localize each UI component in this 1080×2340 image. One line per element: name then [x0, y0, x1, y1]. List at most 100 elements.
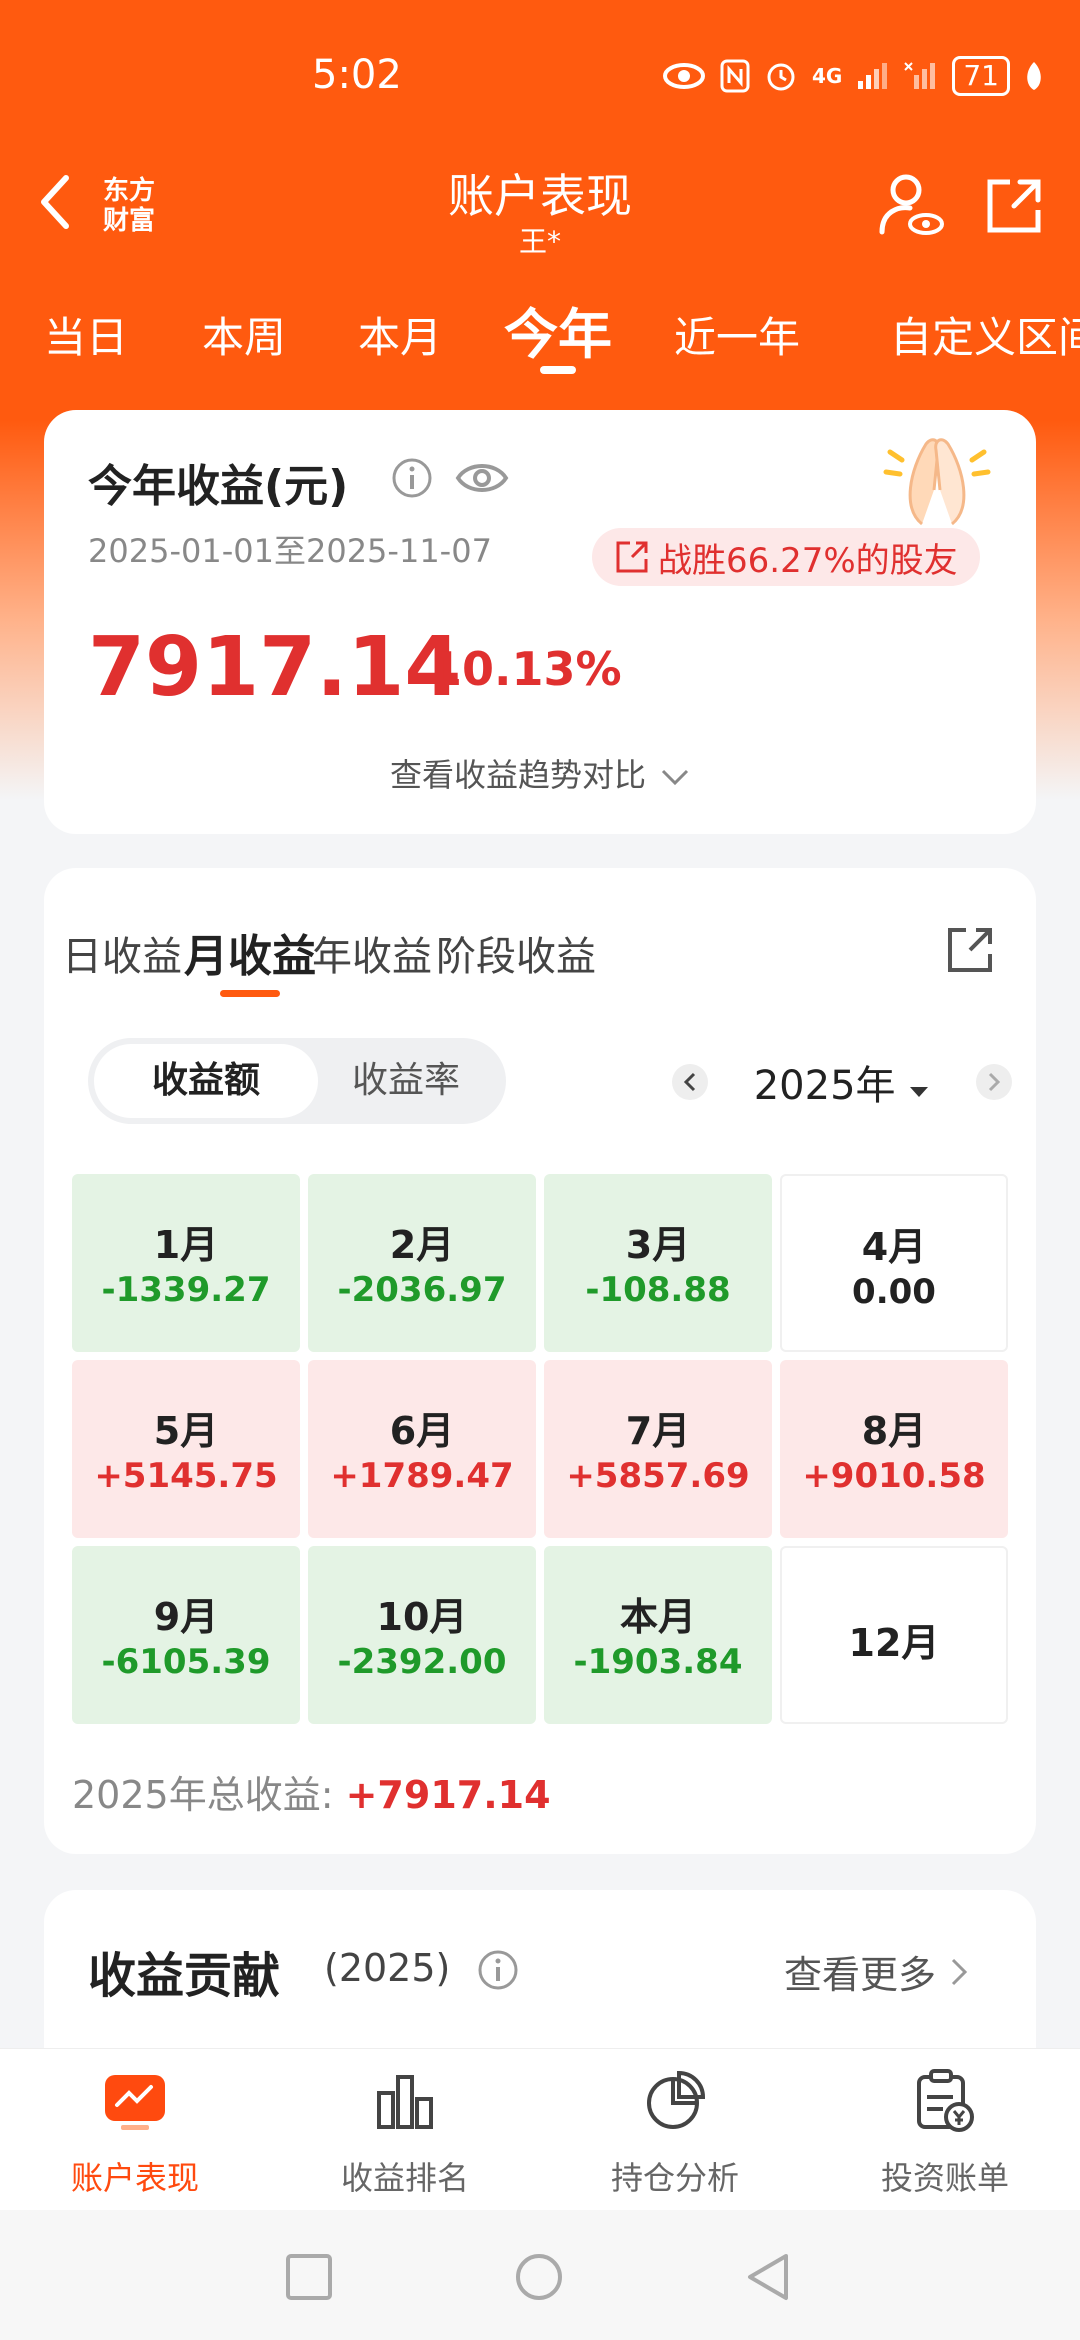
contribution-title: 收益贡献	[88, 1948, 281, 2004]
tab-daily-profit[interactable]: 日收益	[62, 924, 182, 982]
tab-today[interactable]: 当日	[44, 304, 128, 365]
month-cell[interactable]: 12月	[780, 1546, 1008, 1724]
status-icons: 4G 71	[662, 56, 1044, 96]
month-value: -108.88	[585, 1270, 731, 1310]
tab-monthly-profit[interactable]: 月收益	[184, 920, 316, 997]
system-nav-bar	[0, 2210, 1080, 2340]
month-label: 本月	[619, 1595, 696, 1639]
month-cell[interactable]: 5月 +5145.75	[72, 1360, 300, 1538]
caret-down-icon	[910, 1087, 929, 1097]
month-label: 8月	[861, 1409, 927, 1453]
user-view-icon[interactable]	[876, 170, 946, 240]
profit-calendar-card: 日收益 月收益 年收益 阶段收益 收益额 收益率 2025年 1月 -1339.2…	[44, 868, 1036, 1854]
amount-rate-toggle: 收益额 收益率	[88, 1038, 506, 1124]
month-cell[interactable]: 3月 -108.88	[544, 1174, 772, 1352]
month-label: 10月	[376, 1595, 468, 1639]
year-total-value: +7917.14	[345, 1773, 551, 1817]
month-cell[interactable]: 6月 +1789.47	[308, 1360, 536, 1538]
signal-no-service-icon	[904, 62, 936, 89]
month-cell[interactable]: 1月 -1339.27	[72, 1174, 300, 1352]
network-label: 4G	[812, 64, 843, 88]
period-tabs: 当日 本周 本月 今年 近一年 自定义区间	[0, 290, 1080, 380]
share-small-icon	[616, 541, 648, 573]
alarm-icon	[767, 63, 795, 91]
chart-screen-icon	[105, 2075, 165, 2130]
chevron-left-icon	[683, 1072, 696, 1092]
month-label: 12月	[848, 1621, 940, 1665]
clapping-hands-icon	[883, 438, 991, 526]
month-value: -2392.00	[337, 1642, 507, 1682]
month-label: 2月	[389, 1223, 455, 1267]
month-label: 7月	[625, 1409, 691, 1453]
nav-profit-ranking[interactable]: 收益排名	[270, 2049, 540, 2211]
back-icon[interactable]	[744, 2252, 794, 2302]
year-selector: 2025年	[672, 1042, 1012, 1122]
chevron-down-icon	[661, 769, 689, 786]
share-icon[interactable]	[984, 176, 1044, 236]
date-range: 2025-01-01至2025-11-07	[88, 532, 492, 570]
tab-this-month[interactable]: 本月	[358, 304, 442, 365]
bottom-nav: 账户表现 收益排名 持仓分析 投资账单	[0, 2048, 1080, 2210]
bar-chart-icon	[377, 2075, 433, 2129]
year-profit-rate: 10.13%	[430, 642, 622, 696]
tab-this-year[interactable]: 今年	[504, 290, 612, 374]
status-bar: 5:02 4G 71	[0, 40, 1080, 120]
year-total-label: 2025年总收益:	[72, 1773, 346, 1817]
month-label: 9月	[153, 1595, 219, 1639]
nav-account-performance[interactable]: 账户表现	[0, 2049, 270, 2211]
view-more-link[interactable]: 查看更多	[784, 1944, 968, 1999]
next-year-button[interactable]	[975, 1064, 1012, 1100]
eye-icon[interactable]	[454, 458, 510, 498]
month-value: +9010.58	[802, 1456, 986, 1496]
month-label: 3月	[625, 1223, 691, 1267]
nav-holdings-analysis[interactable]: 持仓分析	[540, 2049, 810, 2211]
pie-chart-icon	[647, 2070, 705, 2129]
tab-last-year[interactable]: 近一年	[674, 304, 800, 365]
month-value: -6105.39	[101, 1642, 271, 1682]
month-label: 1月	[153, 1223, 219, 1267]
month-label: 6月	[389, 1409, 455, 1453]
month-cell[interactable]: 本月 -1903.84	[544, 1546, 772, 1724]
eye-comfort-icon	[663, 63, 706, 89]
battery-indicator: 71	[952, 56, 1010, 96]
month-cell[interactable]: 9月 -6105.39	[72, 1546, 300, 1724]
tab-custom-range[interactable]: 自定义区间	[890, 304, 1080, 365]
month-value: +1789.47	[330, 1456, 514, 1496]
month-value: 0.00	[852, 1272, 936, 1312]
month-value: -1339.27	[101, 1270, 271, 1310]
signal-icon	[858, 63, 888, 89]
nav-label: 投资账单	[880, 2159, 1009, 2197]
info-icon[interactable]	[390, 456, 434, 500]
export-icon[interactable]	[944, 924, 996, 976]
month-value: +5145.75	[94, 1456, 278, 1496]
tab-this-week[interactable]: 本周	[202, 304, 286, 365]
month-cell[interactable]: 2月 -2036.97	[308, 1174, 536, 1352]
month-value: +5857.69	[566, 1456, 750, 1496]
year-profit-value: 7917.14	[88, 620, 462, 715]
prev-year-button[interactable]	[672, 1064, 708, 1100]
month-cell[interactable]: 4月 0.00	[780, 1174, 1008, 1352]
tab-stage-profit[interactable]: 阶段收益	[436, 924, 596, 982]
month-cell[interactable]: 8月 +9010.58	[780, 1360, 1008, 1538]
beat-badge[interactable]: 战胜66.27%的股友	[592, 528, 980, 586]
beat-text: 战胜66.27%的股友	[658, 540, 958, 581]
status-time: 5:02	[312, 52, 402, 98]
home-icon[interactable]	[514, 2252, 564, 2302]
year-profit-title: 今年收益(元)	[88, 461, 349, 512]
month-cell[interactable]: 10月 -2392.00	[308, 1546, 536, 1724]
toggle-amount[interactable]: 收益额	[94, 1044, 318, 1118]
charging-leaf-icon	[1027, 62, 1041, 90]
year-dropdown[interactable]: 2025年	[754, 1053, 931, 1111]
month-cell[interactable]: 7月 +5857.69	[544, 1360, 772, 1538]
month-label: 5月	[153, 1409, 219, 1453]
month-value: -2036.97	[337, 1270, 507, 1310]
month-value: -1903.84	[573, 1642, 743, 1682]
toggle-rate[interactable]: 收益率	[318, 1044, 494, 1118]
recent-apps-icon[interactable]	[284, 2252, 334, 2302]
nav-investment-bill[interactable]: 投资账单	[810, 2049, 1080, 2211]
year-total: 2025年总收益: +7917.14	[72, 1764, 551, 1819]
trend-compare-link[interactable]: 查看收益趋势对比	[44, 750, 1036, 796]
month-label: 4月	[861, 1225, 927, 1269]
tab-yearly-profit[interactable]: 年收益	[312, 924, 432, 982]
info-icon[interactable]	[476, 1948, 520, 1992]
